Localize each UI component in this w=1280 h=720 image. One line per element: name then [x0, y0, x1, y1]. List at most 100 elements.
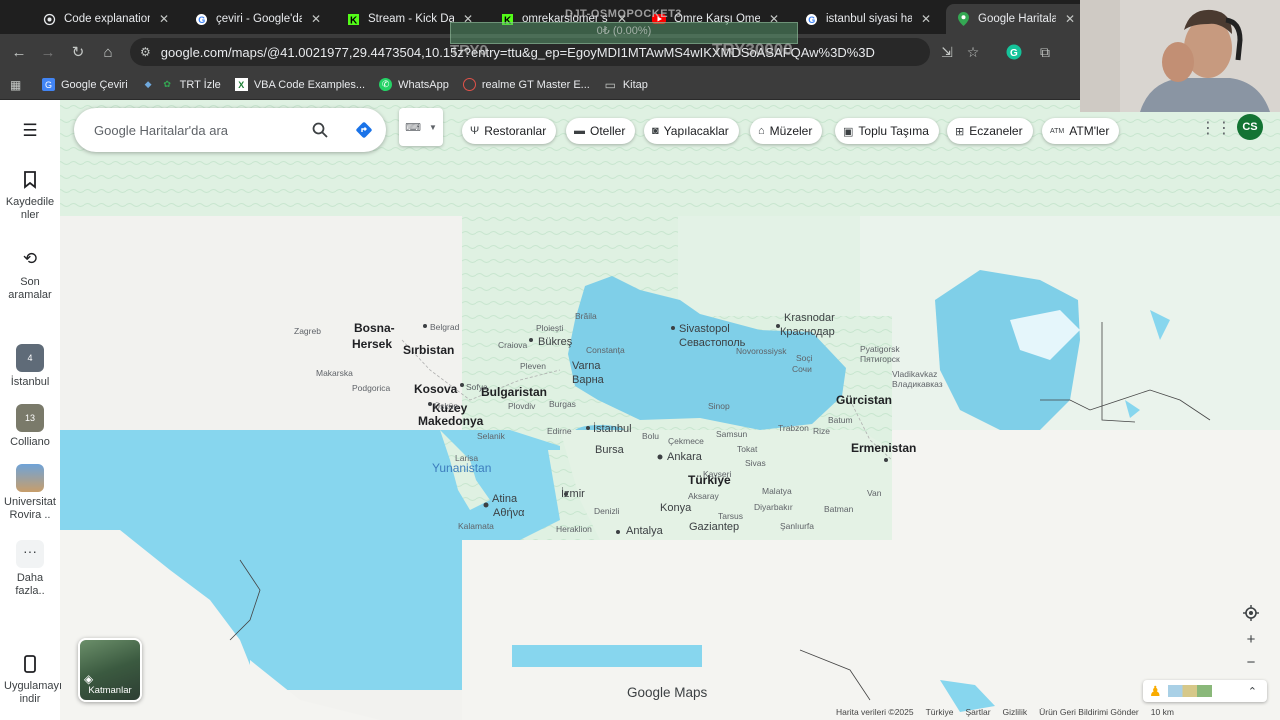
istanbul-thumbnail: 4 — [16, 344, 44, 372]
tab-istanbul-harita[interactable]: G istanbul siyasi harita ✕ — [794, 4, 944, 34]
recent-searches-button[interactable]: ⟲ Son aramalar — [0, 246, 60, 302]
bookmark-label: WhatsApp — [398, 78, 449, 91]
address-bar[interactable]: ⚙ google.com/maps/@41.0021977,29.4473504… — [130, 38, 930, 66]
home-icon[interactable]: ⌂ — [97, 41, 119, 63]
tab-label: istanbul siyasi harita — [826, 13, 912, 25]
tab-code-explanation[interactable]: Code explanation ✕ — [32, 4, 182, 34]
universitat-thumbnail — [16, 464, 44, 492]
bookmark-trt-izle[interactable]: ◆ ✿ TRT İzle — [142, 78, 221, 91]
apps-grid-icon[interactable]: ▦ — [10, 78, 24, 92]
close-icon[interactable]: ✕ — [460, 12, 476, 26]
install-app-icon[interactable]: ⇲ — [937, 42, 957, 62]
google-apps-icon[interactable]: ⋮⋮⋮ — [1200, 118, 1248, 138]
chevron-down-icon: ▼ — [428, 122, 437, 132]
zoom-out-button[interactable]: − — [1240, 651, 1262, 673]
chip-label: Yapılacaklar — [663, 124, 729, 138]
maps-search-box — [74, 108, 386, 152]
chip-things-to-do[interactable]: ◙ Yapılacaklar — [644, 118, 739, 144]
chip-label: ATM'ler — [1069, 124, 1110, 138]
webcam-person — [1080, 0, 1280, 112]
my-location-icon[interactable] — [1240, 602, 1262, 624]
close-icon[interactable]: ✕ — [918, 12, 934, 26]
footer-privacy[interactable]: Gizlilik — [1003, 707, 1028, 720]
chip-atms[interactable]: ATM ATM'ler — [1042, 118, 1120, 144]
maps-search-input[interactable] — [94, 122, 294, 138]
left-rail: ☰ Kaydedilenler ⟲ Son aramalar 4 İstanbu… — [0, 100, 63, 720]
tab-label: Ömre Karşı Ömer - Y — [674, 13, 760, 25]
close-icon[interactable]: ✕ — [614, 12, 630, 26]
chip-transit[interactable]: ▣ Toplu Taşıma — [835, 118, 939, 144]
footer-feedback[interactable]: Ürün Geri Bildirimi Gönder — [1039, 707, 1139, 720]
footer-scale[interactable]: 10 km — [1151, 707, 1174, 720]
grammarly-icon[interactable]: G — [1004, 42, 1024, 62]
tab-label: çeviri - Google'da Ar — [216, 13, 302, 25]
search-icon[interactable] — [310, 120, 330, 140]
close-icon[interactable]: ✕ — [766, 12, 782, 26]
menu-button[interactable]: ☰ — [0, 118, 60, 148]
chip-label: Toplu Taşıma — [858, 124, 929, 138]
directions-icon[interactable] — [354, 120, 374, 140]
realme-icon — [462, 78, 476, 91]
site-info-icon[interactable]: ⚙ — [140, 45, 151, 59]
bookmark-label: TRT İzle — [179, 78, 221, 91]
extensions-icon[interactable]: ⧉ — [1035, 42, 1055, 62]
map-footer: Harita verileri ©2025 Türkiye Şartlar Gi… — [836, 707, 1186, 720]
reload-icon[interactable]: ↻ — [67, 41, 89, 63]
folder-icon: ▭ — [604, 77, 617, 92]
bookmark-label: VBA Code Examples... — [253, 78, 366, 91]
chip-pharmacies[interactable]: ⊞ Eczaneler — [947, 118, 1033, 144]
close-icon[interactable]: ✕ — [308, 12, 324, 26]
tab-google-haritalar[interactable]: Google Haritalar ✕ — [946, 4, 1088, 34]
footer-country[interactable]: Türkiye — [926, 707, 954, 720]
forward-icon[interactable]: → — [37, 41, 59, 63]
download-app-label: Uygulamayı indir — [4, 680, 63, 705]
recent-label: Son aramalar — [8, 276, 52, 301]
bookmark-whatsapp[interactable]: ✆ WhatsApp — [379, 78, 449, 91]
saved-button[interactable]: Kaydedilenler — [0, 166, 60, 222]
bookmark-icon — [17, 166, 43, 192]
tab-omrekarsiomer-stream[interactable]: K omrekarsiomer stre ✕ — [490, 4, 640, 34]
bottom-controls: ♟ ⌃ — [1143, 680, 1267, 702]
recent-colliano[interactable]: 13 Colliano — [0, 404, 60, 449]
bookmark-label: realme GT Master E... — [481, 78, 590, 91]
bookmark-kitap-folder[interactable]: ▭ Kitap — [604, 77, 648, 92]
chip-hotels[interactable]: ▬ Oteller — [566, 118, 636, 144]
google-icon: G — [194, 12, 208, 26]
museum-icon: ⌂ — [758, 125, 765, 137]
istanbul-label: İstanbul — [10, 376, 50, 388]
more-button[interactable]: ··· Daha fazla.. — [0, 540, 60, 598]
recent-istanbul[interactable]: 4 İstanbul — [0, 344, 60, 389]
recent-universitat[interactable]: Universitat Rovira .. — [0, 464, 60, 522]
layers-button[interactable]: ◈ Katmanlar — [78, 638, 142, 702]
universitat-label: Universitat Rovira .. — [4, 496, 56, 521]
tab-ceviri[interactable]: G çeviri - Google'da Ar ✕ — [184, 4, 334, 34]
whatsapp-icon: ✆ — [379, 78, 393, 91]
google-icon: G — [804, 12, 818, 26]
footer-map-data: Harita verileri ©2025 — [836, 707, 914, 717]
map-canvas[interactable]: Bosna- Hersek Sırbistan Kosova Kuzey Mak… — [0, 100, 1280, 720]
svg-text:K: K — [350, 15, 358, 26]
hamburger-menu-icon: ☰ — [22, 121, 38, 140]
account-avatar[interactable]: CS — [1237, 114, 1263, 140]
back-icon[interactable]: ← — [8, 41, 30, 63]
bookmark-google-ceviri[interactable]: G Google Çeviri — [42, 78, 128, 91]
bookmark-realme[interactable]: realme GT Master E... — [462, 78, 590, 91]
input-tools-button[interactable]: ⌨ ▼ — [399, 108, 443, 146]
zoom-in-button[interactable]: + — [1240, 628, 1262, 650]
saved-label: Kaydedilenler — [5, 196, 55, 221]
tab-label: Stream - Kick Dashb — [368, 13, 454, 25]
bookmark-star-icon[interactable]: ☆ — [963, 42, 983, 62]
close-icon[interactable]: ✕ — [1062, 12, 1078, 26]
expand-up-icon[interactable]: ⌃ — [1248, 685, 1257, 698]
chip-restaurants[interactable]: Ψ Restoranlar — [462, 118, 557, 144]
download-app-button[interactable]: Uygulamayı indir — [0, 650, 63, 706]
bookmark-vba-code[interactable]: X VBA Code Examples... — [234, 78, 366, 91]
close-icon[interactable]: ✕ — [156, 12, 172, 26]
chip-museums[interactable]: ⌂ Müzeler — [750, 118, 823, 144]
chip-label: Eczaneler — [969, 124, 1023, 138]
footer-terms[interactable]: Şartlar — [965, 707, 990, 720]
tab-youtube[interactable]: Ömre Karşı Ömer - Y ✕ — [642, 4, 792, 34]
pegman-icon[interactable]: ♟ — [1149, 683, 1162, 700]
tab-kick-dashboard[interactable]: K Stream - Kick Dashb ✕ — [336, 4, 486, 34]
imagery-thumbnails[interactable] — [1167, 685, 1212, 697]
